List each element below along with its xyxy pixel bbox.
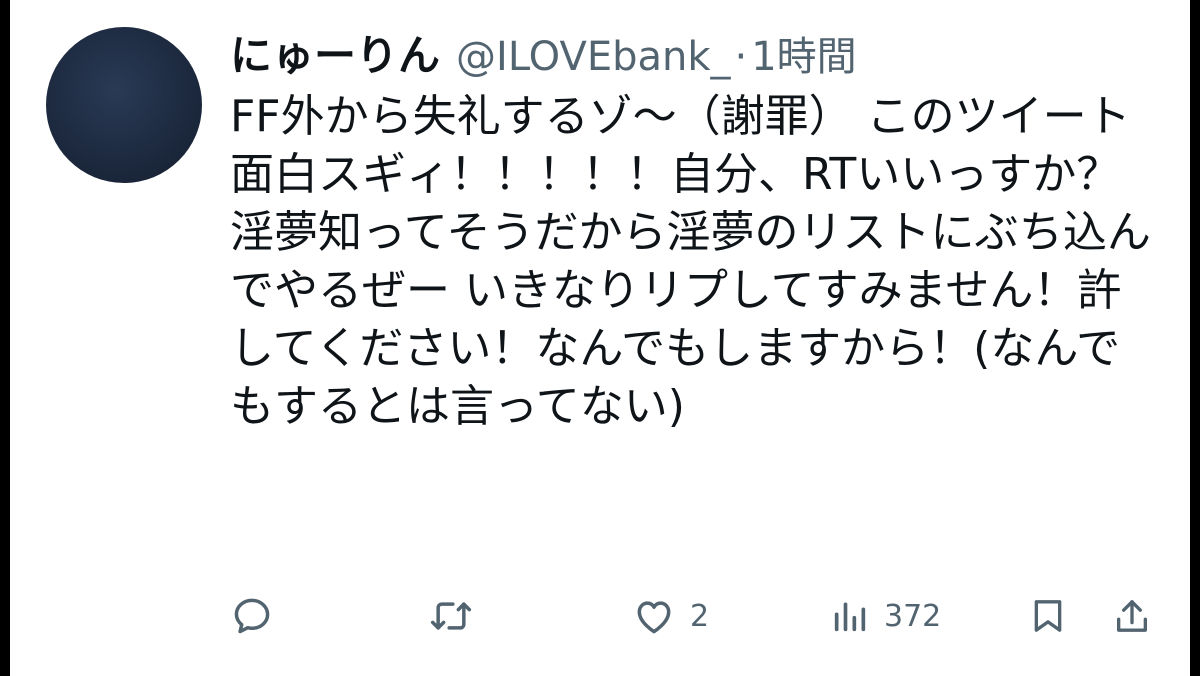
views-button[interactable]: 372 — [830, 590, 941, 642]
tweet-action-bar: 2 372 — [230, 590, 1160, 642]
views-icon — [834, 602, 866, 632]
display-name[interactable]: にゅーりん — [230, 22, 440, 83]
tweet-text: FF外から失礼するゾ～（謝罪） このツイート面白スギィ！！！！！自分、RTいいっ… — [230, 91, 1151, 432]
retweet-button[interactable] — [428, 590, 488, 642]
like-button[interactable]: 2 — [632, 590, 709, 642]
heart-icon — [637, 601, 671, 634]
timestamp[interactable]: 1時間 — [751, 24, 856, 82]
bookmark-icon — [1034, 600, 1062, 632]
reply-icon — [234, 598, 270, 634]
avatar[interactable] — [46, 27, 202, 183]
retweet-icon — [430, 602, 472, 630]
tweet-header: にゅーりん @ILOVEbank_ · 1時間 — [230, 22, 857, 80]
reply-button[interactable] — [230, 590, 288, 642]
share-button[interactable] — [1112, 590, 1152, 642]
tweet-screenshot-frame: にゅーりん @ILOVEbank_ · 1時間 FF外から失礼するゾ～（謝罪） … — [10, 0, 1190, 676]
share-icon — [1117, 600, 1147, 632]
bookmark-button[interactable] — [1028, 590, 1068, 642]
like-count: 2 — [690, 598, 710, 634]
views-count: 372 — [884, 598, 942, 634]
header-separator: · — [734, 34, 748, 80]
user-handle[interactable]: @ILOVEbank_ — [456, 34, 731, 80]
